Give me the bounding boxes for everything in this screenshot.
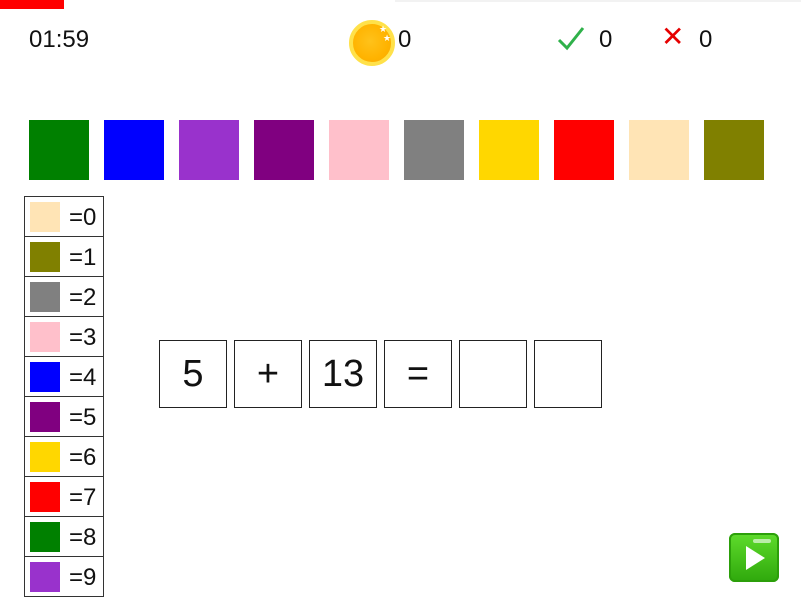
legend-label: =1 [69,244,97,271]
swatch-gray[interactable] [404,120,464,180]
swatch-olive[interactable] [704,120,764,180]
coin-icon: ★ ★ [349,20,395,66]
legend-row: =5 [24,397,104,437]
swatch-pink[interactable] [329,120,389,180]
legend-label: =7 [69,484,97,511]
swatch-blue[interactable] [104,120,164,180]
top-divider [395,0,801,2]
timer: 01:59 [29,26,90,53]
legend-label: =4 [69,364,97,391]
legend-row: =4 [24,357,104,397]
legend-color [30,482,60,512]
legend-row: =8 [24,517,104,557]
swatch-medium-purple[interactable] [179,120,239,180]
legend-row: =6 [24,437,104,477]
legend-color [30,362,60,392]
legend-label: =9 [69,564,97,591]
legend-label: =0 [69,204,97,231]
swatch-moccasin[interactable] [629,120,689,180]
legend-row: =2 [24,277,104,317]
legend-color [30,282,60,312]
color-legend: =0 =1 =2 =3 =4 =5 =6 =7 =8 =9 [24,196,104,597]
swatch-red[interactable] [554,120,614,180]
legend-label: =3 [69,324,97,351]
next-button[interactable] [729,533,779,582]
legend-color [30,522,60,552]
check-icon [557,27,585,51]
legend-row: =1 [24,237,104,277]
legend-label: =8 [69,524,97,551]
legend-row: =9 [24,557,104,597]
legend-label: =5 [69,404,97,431]
legend-color [30,242,60,272]
operand-2-box: 13 [309,340,377,408]
swatch-green[interactable] [29,120,89,180]
answer-ones-box[interactable] [534,340,602,408]
legend-row: =7 [24,477,104,517]
legend-row: =3 [24,317,104,357]
legend-color [30,402,60,432]
correct-count: 0 [599,26,613,53]
legend-color [30,322,60,352]
legend-label: =2 [69,284,97,311]
button-gloss [753,539,771,543]
cross-icon: ✕ [661,21,685,52]
legend-row: =0 [24,197,104,237]
legend-label: =6 [69,444,97,471]
swatch-purple[interactable] [254,120,314,180]
legend-color [30,202,60,232]
progress-bar [0,0,64,9]
operator-box: + [234,340,302,408]
wrong-count: 0 [699,26,713,53]
operand-1-box: 5 [159,340,227,408]
swatch-gold[interactable] [479,120,539,180]
coin-count: 0 [398,26,412,53]
answer-tens-box[interactable] [459,340,527,408]
legend-color [30,562,60,592]
play-icon [746,546,765,570]
equals-box: = [384,340,452,408]
legend-color [30,442,60,472]
